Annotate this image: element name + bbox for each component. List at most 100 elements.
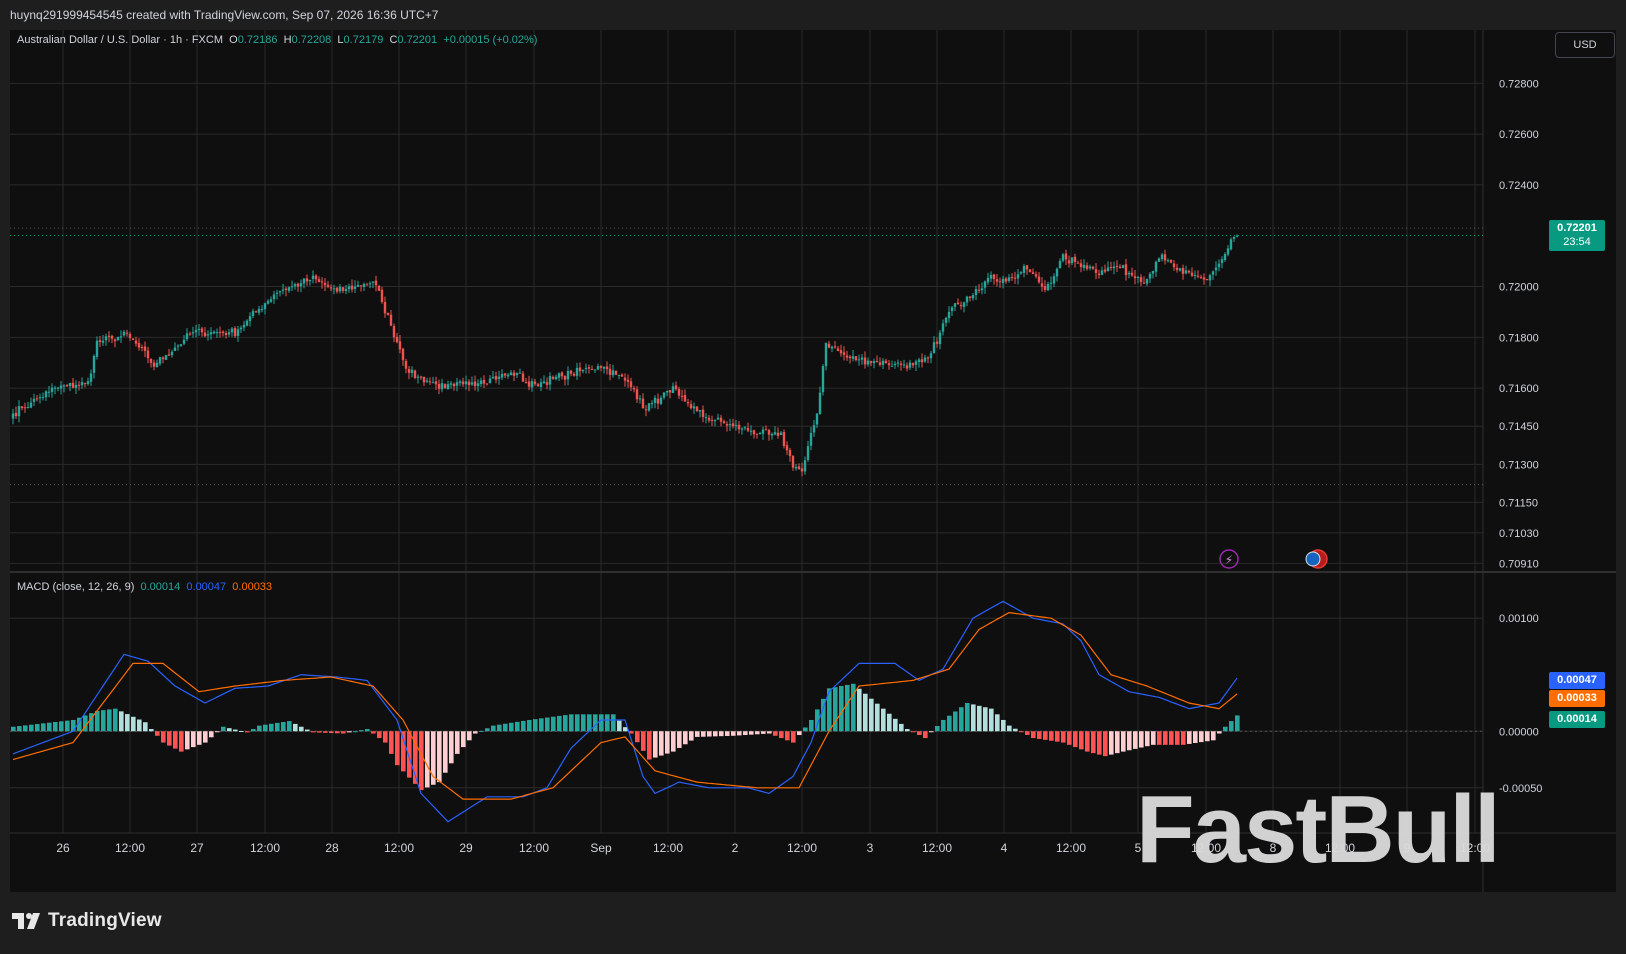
candle-body xyxy=(344,289,348,291)
candle-body xyxy=(302,278,306,284)
macd-histogram-bar xyxy=(101,710,106,732)
candle-body xyxy=(863,357,867,365)
candle-body xyxy=(275,292,279,294)
macd-histogram-bar xyxy=(335,731,340,734)
candle-body xyxy=(452,383,456,387)
candle-body xyxy=(788,450,792,457)
macd-histogram-bar xyxy=(227,728,232,732)
candle-body xyxy=(602,366,606,369)
candle-body xyxy=(1172,263,1176,268)
candle-body xyxy=(770,433,774,436)
candle-body xyxy=(527,381,531,387)
candle-body xyxy=(125,332,129,334)
candle-body xyxy=(1214,267,1218,271)
symbol-legend[interactable]: Australian Dollar / U.S. Dollar · 1h · F… xyxy=(17,34,537,46)
candle-body xyxy=(1052,276,1056,284)
candle-body xyxy=(734,424,738,426)
candle-body xyxy=(983,281,987,288)
candle-body xyxy=(1136,277,1140,279)
macd-histogram-bar xyxy=(461,731,466,748)
candle-body xyxy=(545,382,549,385)
macd-histogram-bar xyxy=(35,724,40,732)
candle-body xyxy=(896,362,900,364)
candle-body xyxy=(317,279,321,283)
candle-body xyxy=(1028,269,1032,273)
candle-body xyxy=(1058,260,1062,269)
candle-body xyxy=(92,355,96,373)
candle-body xyxy=(392,326,396,338)
last-price-value: 0.72201 xyxy=(1557,222,1597,234)
macd-histogram-bar xyxy=(947,715,952,732)
candle-body xyxy=(872,361,876,364)
price-axis-label: 0.72600 xyxy=(1499,129,1539,141)
macd-histogram-bar xyxy=(695,731,700,737)
candle-body xyxy=(326,284,330,287)
macd-histogram-bar xyxy=(743,731,748,736)
candle-body xyxy=(413,370,417,378)
macd-histogram-bar xyxy=(839,686,844,732)
candle-body xyxy=(383,301,387,314)
candle-body xyxy=(362,283,366,287)
candle-body xyxy=(320,281,324,283)
candle-body xyxy=(251,311,255,316)
candle-body xyxy=(722,421,726,424)
candle-body xyxy=(731,423,735,427)
chart-canvas[interactable]: 0.72800 0.72600 0.72400 0.72000 0.71800 0.716… xyxy=(10,30,1616,892)
tradingview-logo[interactable]: TradingView xyxy=(12,910,162,932)
candle-body xyxy=(686,402,690,404)
candle-body xyxy=(629,381,633,388)
candle-body xyxy=(668,390,672,393)
macd-histogram-bar xyxy=(863,693,868,732)
macd-histogram-bar xyxy=(305,729,310,732)
macd-histogram-bar xyxy=(845,684,850,732)
macd-histogram-bar xyxy=(755,731,760,735)
candle-body xyxy=(98,340,102,342)
macd-histogram-bar xyxy=(911,731,916,733)
candle-body xyxy=(218,331,222,333)
candle-body xyxy=(539,382,543,388)
candle-body xyxy=(848,356,852,359)
candle-body xyxy=(293,284,297,287)
candle-body xyxy=(662,392,666,398)
candle-body xyxy=(767,430,771,435)
candle-body xyxy=(1199,276,1203,278)
macd-histogram-bar xyxy=(503,723,508,732)
candle-body xyxy=(551,376,555,379)
candle-body xyxy=(389,314,393,326)
macd-histogram-bar xyxy=(737,731,742,736)
candle-body xyxy=(809,432,813,446)
candle-body xyxy=(341,287,345,291)
candle-body xyxy=(1127,272,1131,275)
candle-body xyxy=(560,372,564,377)
macd-axis-label: 0.00000 xyxy=(1499,726,1539,738)
macd-histogram-bar xyxy=(1217,731,1222,734)
candle-body xyxy=(710,419,714,421)
macd-histogram-bar xyxy=(119,711,124,732)
macd-signal-value: 0.00033 xyxy=(232,581,273,593)
currency-button[interactable]: USD xyxy=(1555,32,1615,58)
macd-histogram-bar xyxy=(593,714,598,732)
candle-body xyxy=(83,382,87,384)
candle-body xyxy=(1115,265,1119,267)
candle-body xyxy=(530,381,534,388)
macd-histogram-bar xyxy=(581,714,586,732)
macd-legend[interactable]: MACD (close, 12, 26, 9) 0.00014 0.00047 … xyxy=(17,581,272,593)
candle-body xyxy=(404,360,408,369)
candle-body xyxy=(14,412,18,417)
macd-histogram-bar xyxy=(47,722,52,732)
macd-histogram-bar xyxy=(185,731,190,750)
macd-histogram-bar xyxy=(923,731,928,739)
candle-body xyxy=(197,328,201,330)
macd-histogram-bar xyxy=(599,714,604,732)
candle-body xyxy=(260,309,264,311)
candle-body xyxy=(128,333,132,338)
macd-histogram-bar xyxy=(515,721,520,732)
macd-histogram-bar xyxy=(71,719,76,732)
candle-body xyxy=(1055,268,1059,277)
chart-panel[interactable]: 0.72800 0.72600 0.72400 0.72000 0.71800 0.716… xyxy=(10,30,1616,892)
macd-histogram-bar xyxy=(23,725,28,732)
macd-histogram-bar xyxy=(731,731,736,736)
candle-body xyxy=(902,364,906,366)
time-axis-label: 12:00 xyxy=(519,841,549,855)
candle-body xyxy=(893,363,897,366)
